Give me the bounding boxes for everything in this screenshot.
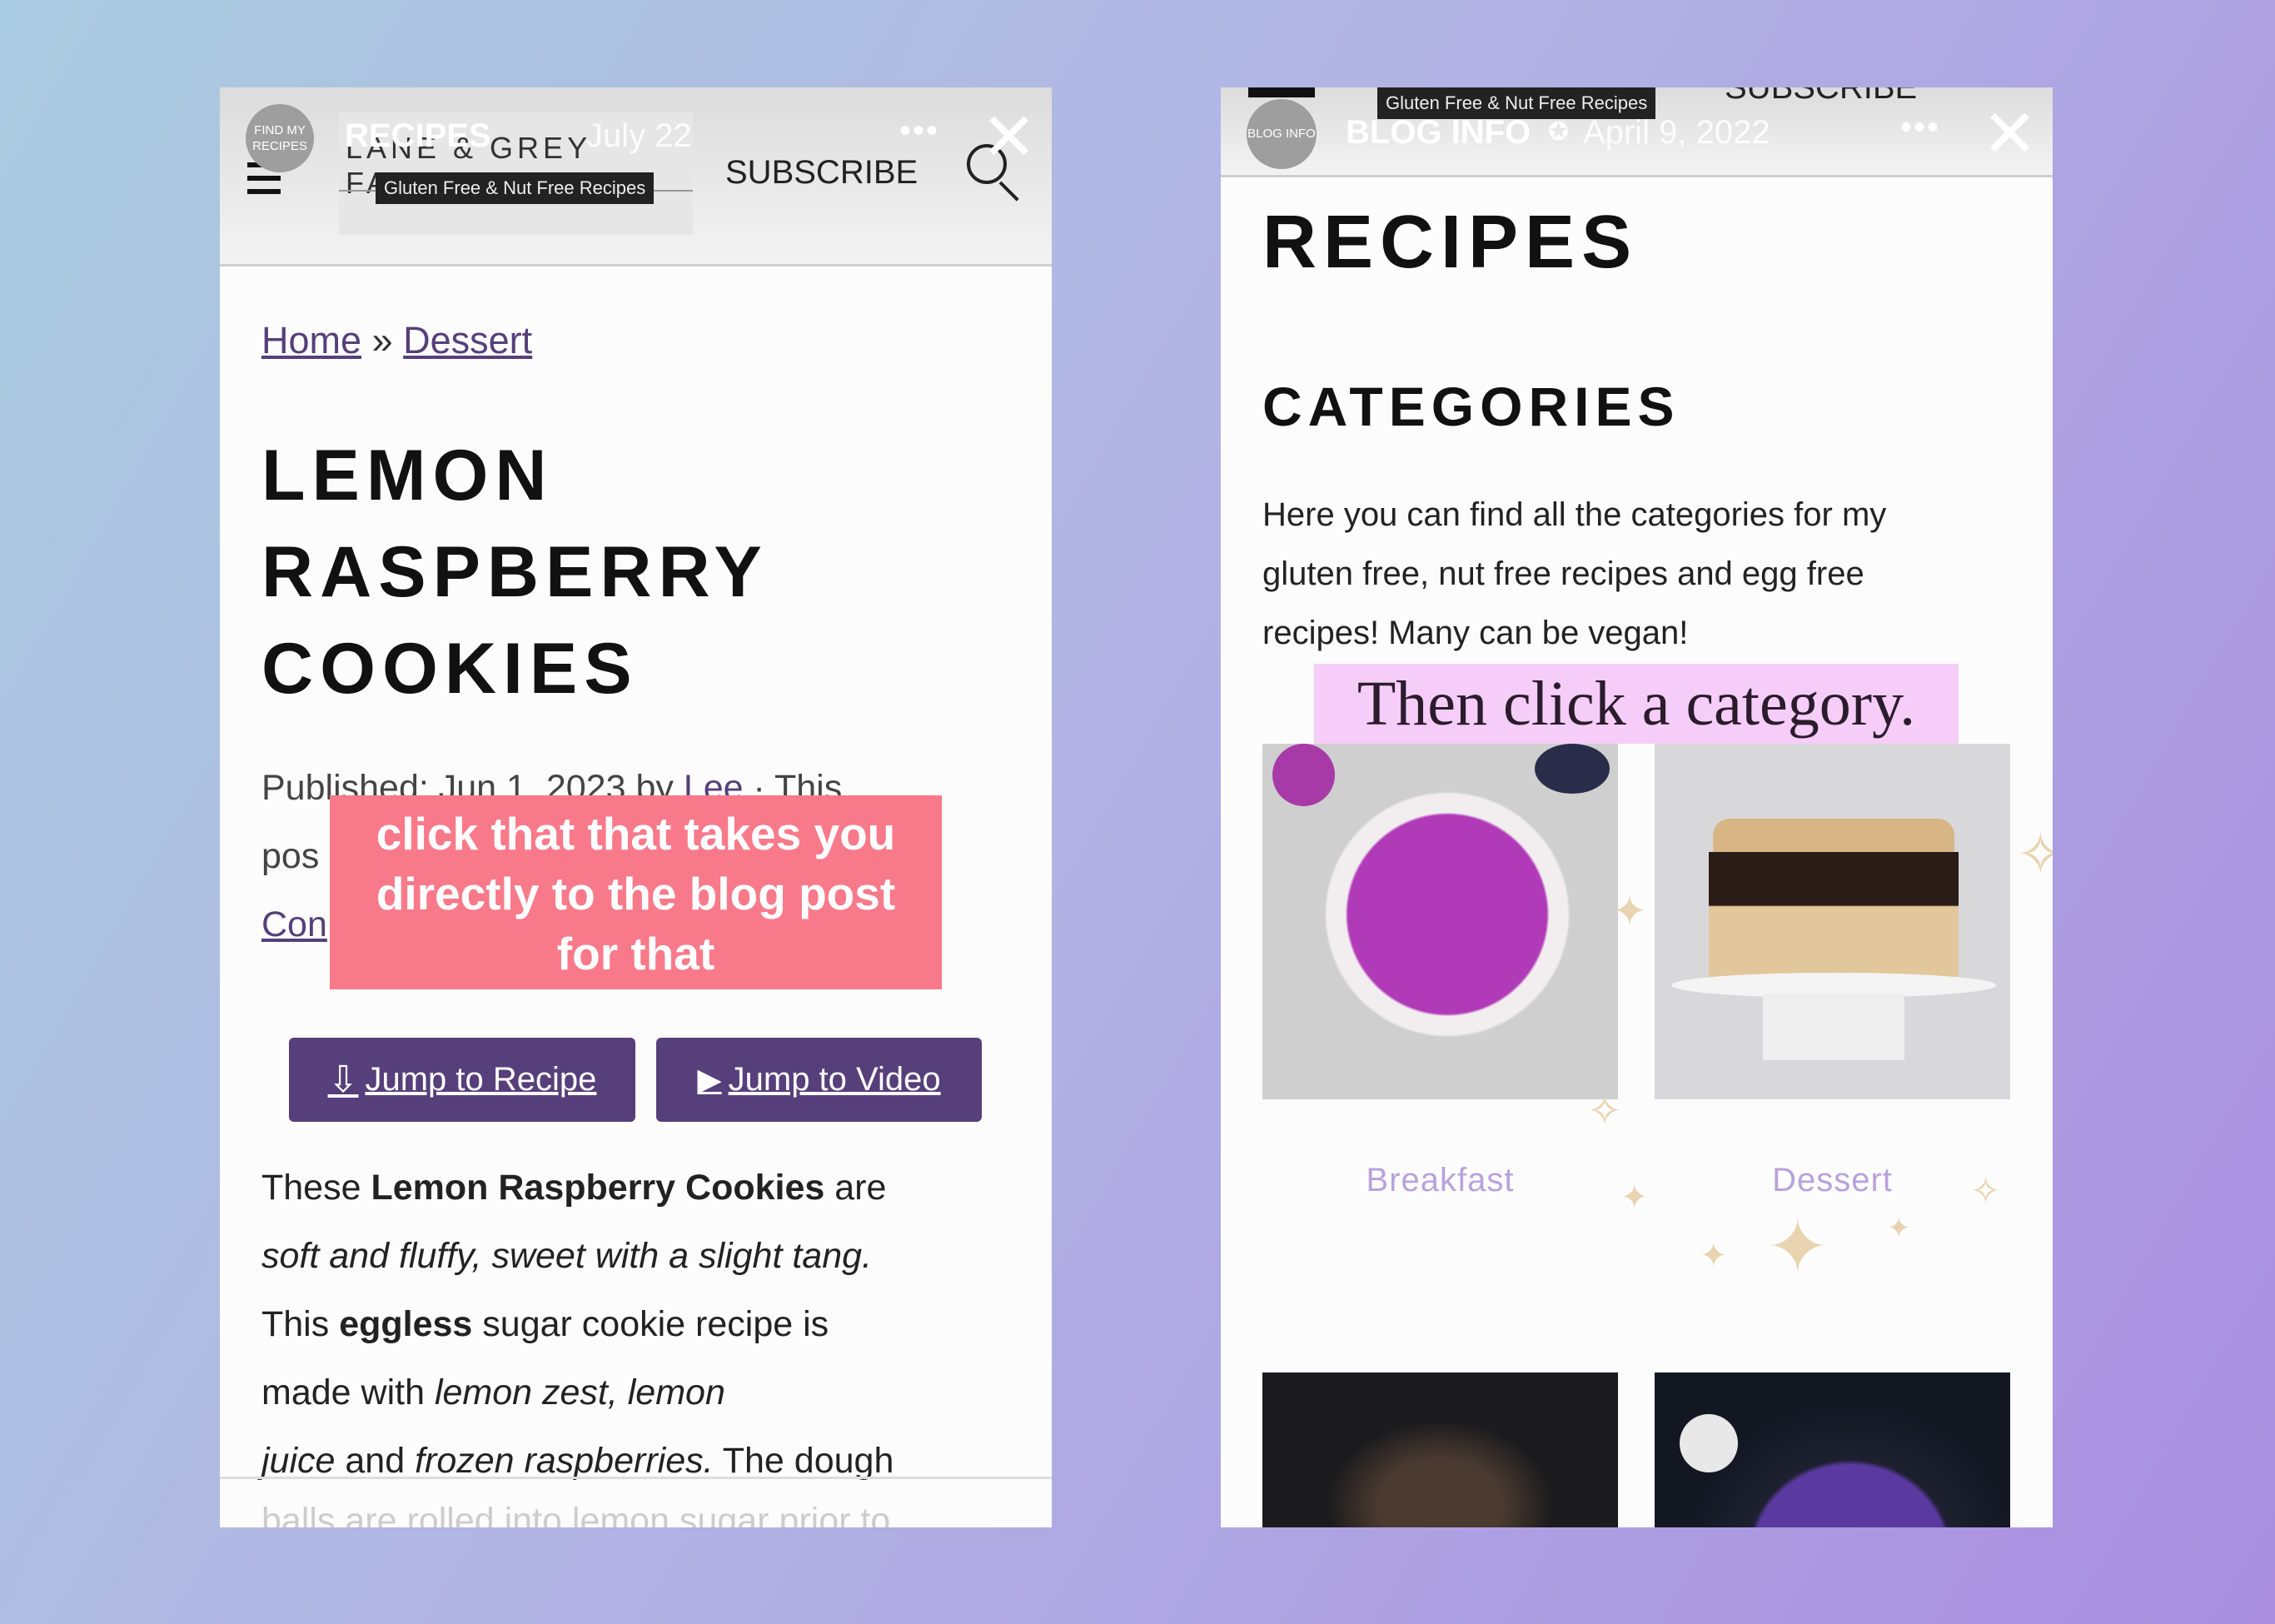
story-date: April 9, 2022 — [1583, 114, 1770, 151]
sparkle-icon: ✧ — [2016, 822, 2053, 887]
breadcrumb-home[interactable]: Home — [261, 319, 361, 361]
story-account-name[interactable]: RECIPES — [345, 117, 491, 155]
story-date: July 22 — [586, 117, 692, 154]
sparkle-icon: ✦ — [1700, 1238, 1728, 1274]
category-image-savory[interactable] — [1655, 1372, 2010, 1527]
post-title: LEMON RASPBERRY COOKIES — [261, 436, 769, 709]
site-tagline: Gluten Free & Nut Free Recipes — [376, 172, 655, 204]
story-avatar[interactable]: BLOG INFO — [1247, 99, 1317, 169]
footer-divider — [220, 1477, 1052, 1479]
arrow-down-icon: ⇩ — [327, 1059, 359, 1100]
video-clapper-icon: ▶ — [697, 1063, 722, 1098]
jump-to-recipe-button[interactable]: ⇩ Jump to Recipe — [289, 1038, 635, 1122]
categories-intro: Here you can find all the categories for… — [1262, 496, 1887, 651]
subscribe-link[interactable]: SUBSCRIBE — [1725, 87, 1917, 107]
category-image-candy[interactable] — [1262, 1372, 1618, 1527]
jump-to-video-button[interactable]: ▶ Jump to Video — [656, 1038, 982, 1122]
story-avatar[interactable]: FIND MY RECIPES — [246, 104, 314, 172]
category-image-breakfast[interactable] — [1262, 744, 1618, 1099]
category-label-dessert[interactable]: Dessert — [1655, 1162, 2010, 1199]
ellipsis-icon[interactable]: ••• — [899, 112, 939, 150]
verified-badge-icon: ✪ — [1548, 118, 1570, 146]
section-title: CATEGORIES — [1262, 376, 1680, 437]
sparkle-icon: ✧ — [1970, 1171, 2001, 1212]
category-label-breakfast[interactable]: Breakfast — [1262, 1162, 1618, 1199]
breadcrumb-dessert[interactable]: Dessert — [403, 319, 532, 361]
subscribe-link[interactable]: SUBSCRIBE — [725, 154, 918, 192]
close-icon[interactable]: ✕ — [981, 104, 1037, 171]
sparkle-icon: ✧ — [1587, 1088, 1622, 1134]
sparkle-icon: ✦ — [1887, 1213, 1911, 1244]
breadcrumb: Home » Dessert — [261, 319, 533, 361]
sparkle-icon: ✦ — [1612, 888, 1647, 934]
ellipsis-icon[interactable]: ••• — [1900, 109, 1940, 147]
left-story-frame: LANE & GREY FARE Gluten Free & Nut Free … — [220, 87, 1052, 1527]
category-image-dessert[interactable] — [1655, 744, 2010, 1099]
sparkle-icon: ✦ — [1766, 1206, 1829, 1289]
meta-link[interactable]: Con — [261, 904, 327, 944]
sparkle-icon: ✦ — [1620, 1179, 1649, 1216]
post-intro: These Lemon Raspberry Cookies are soft a… — [261, 1168, 894, 1527]
close-icon[interactable]: ✕ — [1982, 101, 2038, 167]
right-story-frame: Gluten Free & Nut Free Recipes SUBSCRIBE… — [1221, 87, 2053, 1527]
page-title: RECIPES — [1262, 201, 1639, 284]
story-account-name[interactable]: BLOG INFO — [1346, 114, 1531, 152]
caption-overlay: Then click a category. — [1314, 664, 1959, 744]
caption-overlay: click that that takes you directly to th… — [330, 795, 942, 989]
